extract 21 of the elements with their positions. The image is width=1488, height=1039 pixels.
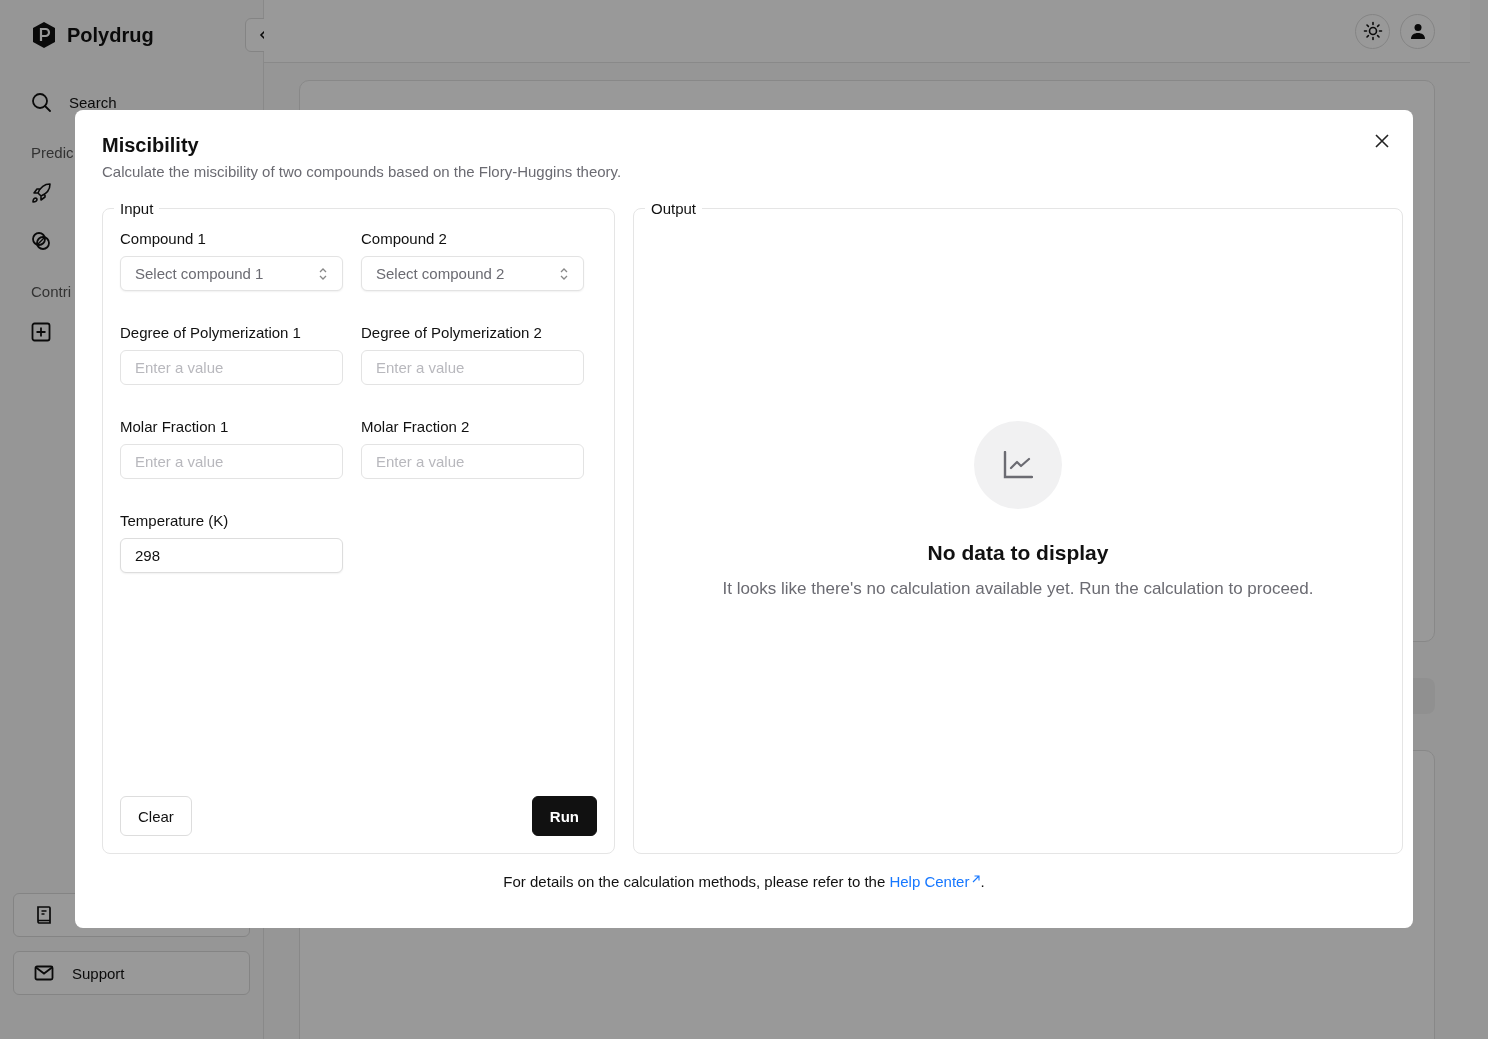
search-label: Search (69, 93, 117, 111)
section-title: Predic (31, 144, 74, 161)
button-label: Support (72, 964, 125, 982)
dialog-description: Calculate the miscibility of two compounds based on the Flory-Huggins theory. (102, 163, 622, 180)
field-label: Degree of Polymerization 1 (120, 324, 302, 341)
section-title: Contri (31, 283, 71, 300)
dialog-title: Miscibility (102, 134, 199, 157)
field-label: Molar Fraction 2 (361, 418, 471, 435)
panel-legend: Output (645, 200, 703, 217)
field-label: Compound 2 (361, 230, 448, 247)
field-label: Molar Fraction 1 (120, 418, 230, 435)
app-name: Polydrug (67, 23, 154, 47)
select-placeholder: Select compound 2 (376, 265, 505, 282)
panel-legend: Input (114, 200, 160, 217)
select-placeholder: Select compound 1 (135, 265, 264, 282)
field-label: Temperature (K) (120, 512, 230, 529)
footer-note: For details on the calculation methods, please refer to the Help Center . (502, 873, 986, 890)
empty-state-text: It looks like there's no calculation available yet. Run the calculation to proceed. (722, 578, 1314, 599)
field-label: Degree of Polymerization 2 (361, 324, 543, 341)
field-label: Compound 1 (120, 230, 207, 247)
empty-state-title: No data to display (927, 540, 1109, 565)
